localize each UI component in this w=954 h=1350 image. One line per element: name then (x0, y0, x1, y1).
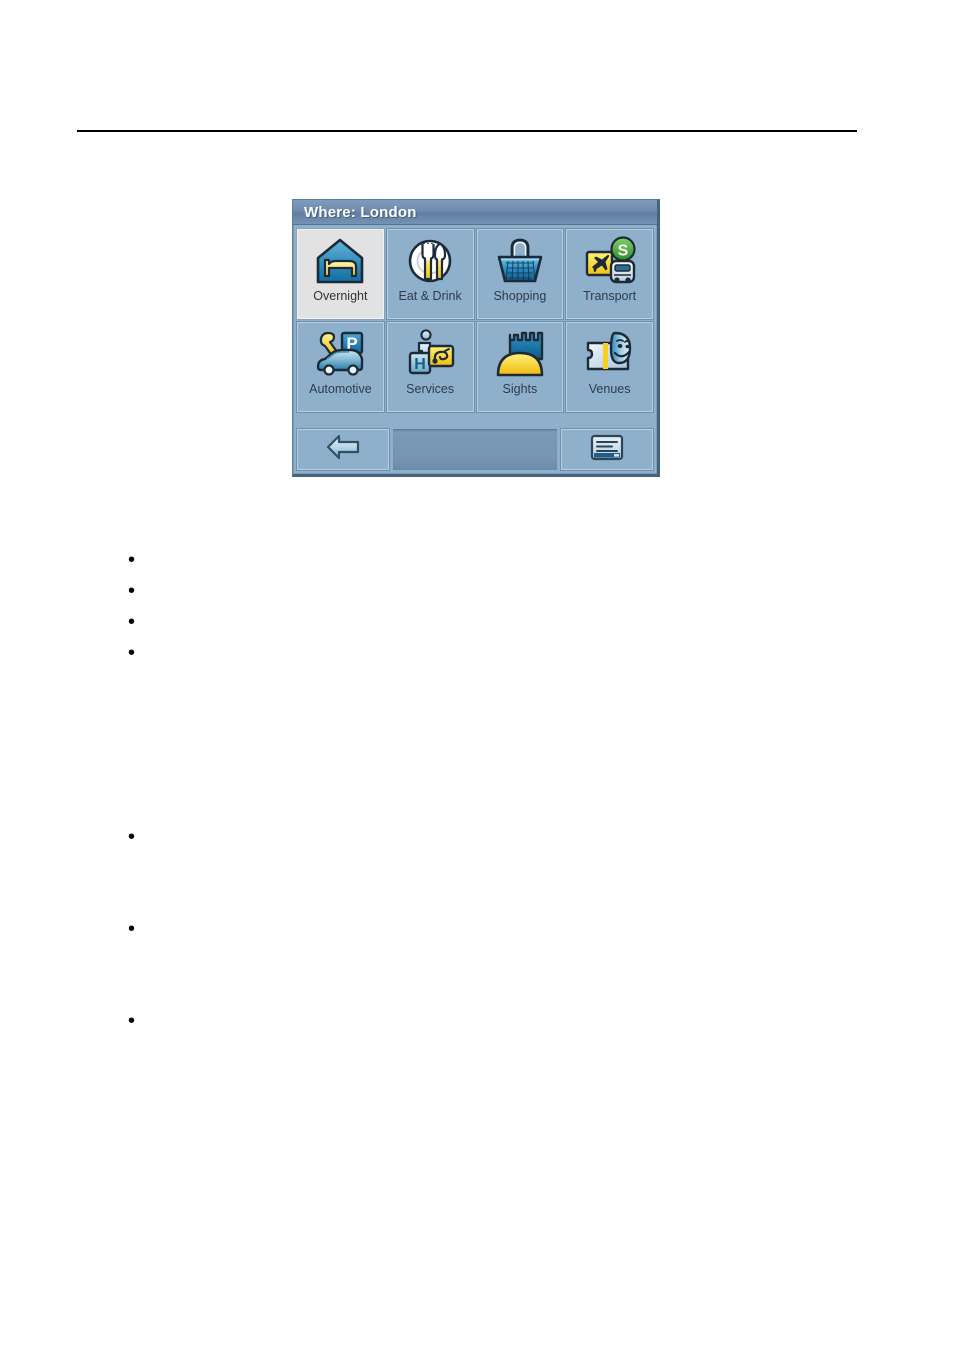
bullet-list-lower (128, 822, 152, 1098)
tile-label: Eat & Drink (398, 289, 462, 303)
tile-transport[interactable]: S Transport (566, 229, 653, 319)
page-title: Where: London (304, 203, 417, 221)
tile-label: Shopping (493, 289, 547, 303)
tile-venues[interactable]: Venues (566, 322, 653, 412)
tile-overnight[interactable]: Overnight (297, 229, 384, 319)
list-item (128, 545, 152, 575)
tile-label: Sights (502, 382, 538, 396)
list-item (128, 822, 152, 852)
tile-sights[interactable]: Sights (476, 322, 564, 412)
tile-label: Services (406, 382, 455, 396)
tile-label: Venues (588, 382, 631, 396)
tile-label: Automotive (309, 382, 372, 396)
tile-label: Overnight (313, 289, 368, 303)
plane-bus-sbahn-icon: S (582, 234, 638, 288)
tile-eat-drink[interactable]: Eat & Drink (386, 229, 474, 319)
pda-screenshot: Where: London Overnight Eat & Drink Shop… (292, 199, 660, 477)
tile-automotive[interactable]: P Automotive (297, 322, 384, 412)
bullet-list-upper (128, 545, 152, 669)
bed-house-icon (312, 234, 368, 288)
plate-cutlery-icon (402, 234, 458, 288)
ticket-mask-icon (582, 327, 638, 381)
car-wrench-parking-icon: P (312, 327, 368, 381)
svg-text:H: H (414, 356, 426, 373)
toolbar-spacer (393, 429, 557, 470)
horizontal-rule (77, 130, 857, 132)
menu-button[interactable] (561, 429, 653, 470)
list-item (128, 576, 152, 606)
tile-services[interactable]: H Services (386, 322, 474, 412)
tile-label: Transport (583, 289, 637, 303)
left-arrow-icon (325, 433, 361, 466)
list-item (128, 638, 152, 668)
shopping-basket-icon (492, 234, 548, 288)
info-hospital-post-icon: H (402, 327, 458, 381)
castle-hill-icon (492, 327, 548, 381)
svg-text:S: S (617, 243, 628, 260)
titlebar: Where: London (293, 200, 657, 225)
keyboard-menu-icon (590, 434, 624, 466)
list-item (128, 1006, 152, 1036)
tile-shopping[interactable]: Shopping (476, 229, 564, 319)
back-button[interactable] (297, 429, 389, 470)
list-item (128, 914, 152, 944)
category-grid: Overnight Eat & Drink Shopping S Transpo… (293, 225, 657, 412)
bottom-toolbar (297, 429, 653, 470)
list-item (128, 607, 152, 637)
